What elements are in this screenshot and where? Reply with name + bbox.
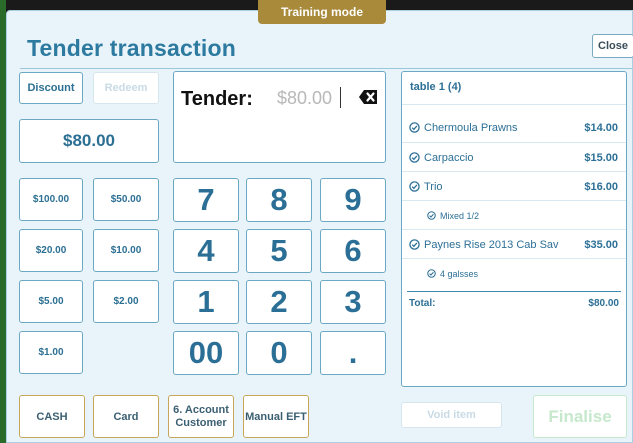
order-item-price: $16.00 [584, 181, 618, 193]
keypad-2[interactable]: 2 [246, 280, 312, 324]
keypad-00[interactable]: 00 [173, 331, 239, 375]
account-customer-button[interactable]: 6. Account Customer [168, 395, 234, 438]
keypad-1[interactable]: 1 [173, 280, 239, 324]
total-label: Total: [409, 298, 436, 309]
keypad-4[interactable]: 4 [173, 229, 239, 273]
order-item-price: $14.00 [584, 122, 618, 134]
manual-eft-button[interactable]: Manual EFT [243, 395, 309, 438]
tender-display: Tender: $80.00 [173, 71, 386, 163]
quick-amount-20[interactable]: $20.00 [19, 229, 83, 272]
keypad-9[interactable]: 9 [320, 178, 386, 222]
order-item[interactable]: Chermoula Prawns $14.00 [402, 113, 626, 142]
keypad-0[interactable]: 0 [246, 331, 312, 375]
keypad-8[interactable]: 8 [246, 178, 312, 222]
order-item-modifier[interactable]: 4 galsses [402, 258, 626, 287]
order-item-modifier[interactable]: Mixed 1/2 [402, 200, 626, 229]
order-item-price: $35.00 [584, 239, 618, 251]
order-item-name: Carpaccio [424, 152, 474, 164]
quick-amount-1[interactable]: $1.00 [19, 331, 83, 374]
order-total-row: Total: $80.00 [407, 291, 621, 320]
order-item[interactable]: Carpaccio $15.00 [402, 142, 626, 171]
order-item-price: $15.00 [584, 152, 618, 164]
amount-due-button[interactable]: $80.00 [19, 119, 159, 163]
account-customer-line1: 6. Account [173, 403, 229, 416]
order-item-name: Paynes Rise 2013 Cab Sav [424, 239, 559, 251]
check-circle-icon [427, 269, 436, 278]
quick-amount-5[interactable]: $5.00 [19, 280, 83, 323]
order-item[interactable]: Paynes Rise 2013 Cab Sav $35.00 [402, 229, 626, 258]
order-item-name: Chermoula Prawns [424, 122, 518, 134]
keypad-3[interactable]: 3 [320, 280, 386, 324]
dialog-title: Tender transaction [27, 35, 236, 61]
order-title: table 1 (4) [410, 81, 462, 93]
quick-amount-2[interactable]: $2.00 [93, 280, 159, 323]
account-customer-line2: Customer [175, 416, 227, 429]
keypad-decimal[interactable]: . [320, 331, 386, 375]
training-mode-badge: Training mode [258, 0, 386, 24]
title-divider [20, 68, 632, 69]
order-item-name: Trio [424, 181, 443, 193]
order-modifier-name: 4 galsses [440, 269, 479, 279]
text-cursor [340, 87, 341, 108]
redeem-button[interactable]: Redeem [93, 72, 159, 104]
check-circle-icon [409, 122, 420, 133]
discount-button[interactable]: Discount [19, 72, 83, 104]
order-modifier-name: Mixed 1/2 [440, 211, 480, 221]
order-panel: table 1 (4) Chermoula Prawns $14.00 Carp… [401, 71, 627, 387]
close-button[interactable]: Close [592, 34, 633, 58]
total-amount: $80.00 [588, 298, 619, 309]
quick-amount-100[interactable]: $100.00 [19, 178, 83, 221]
keypad-6[interactable]: 6 [320, 229, 386, 273]
void-item-button[interactable]: Void item [401, 402, 502, 428]
order-item[interactable]: Trio $16.00 [402, 171, 626, 200]
card-button[interactable]: Card [93, 395, 159, 438]
keypad-5[interactable]: 5 [246, 229, 312, 273]
check-circle-icon [409, 181, 420, 192]
quick-amount-10[interactable]: $10.00 [93, 229, 159, 272]
cash-button[interactable]: CASH [19, 395, 85, 438]
quick-amount-50[interactable]: $50.00 [93, 178, 159, 221]
check-circle-icon [409, 239, 420, 250]
tender-label: Tender: [181, 88, 253, 110]
check-circle-icon [409, 152, 420, 163]
tender-input[interactable]: $80.00 [277, 88, 332, 109]
keypad-7[interactable]: 7 [173, 178, 239, 222]
finalise-button[interactable]: Finalise [533, 395, 627, 438]
check-circle-icon [427, 211, 436, 220]
backspace-icon[interactable] [358, 89, 378, 105]
order-header-divider [402, 104, 626, 105]
